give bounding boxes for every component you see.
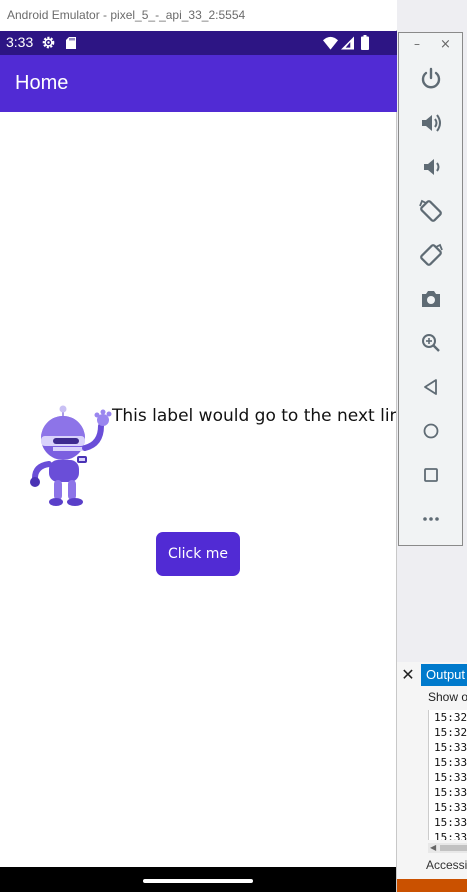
power-button[interactable] bbox=[416, 64, 446, 94]
output-log[interactable]: 15:32 15:32 15:33 15:33 15:33 15:33 15:3… bbox=[428, 710, 467, 840]
emulator-toolbar: – × bbox=[398, 32, 463, 546]
page-title: Home bbox=[15, 72, 69, 94]
rotate-right-button[interactable] bbox=[416, 240, 446, 270]
wifi-icon bbox=[323, 36, 338, 50]
zoom-icon bbox=[422, 334, 440, 352]
phone-status-bar: 3:33 bbox=[0, 31, 397, 55]
dotnet-bot-image bbox=[30, 405, 112, 506]
output-tab[interactable]: Output bbox=[421, 664, 467, 686]
gesture-handle[interactable] bbox=[143, 879, 253, 883]
rotate-left-button[interactable] bbox=[416, 196, 446, 226]
accessibility-label: Accessi bbox=[426, 858, 467, 872]
log-line: 15:33 bbox=[434, 801, 467, 814]
signal-icon bbox=[341, 36, 354, 50]
rotate-left-icon bbox=[419, 199, 442, 222]
overview-button[interactable] bbox=[416, 460, 446, 490]
log-line: 15:33 bbox=[434, 786, 467, 799]
volume-down-button[interactable] bbox=[416, 152, 446, 182]
log-line: 15:33 bbox=[434, 771, 467, 784]
home-button[interactable] bbox=[416, 416, 446, 446]
status-time: 3:33 bbox=[6, 34, 34, 50]
power-icon bbox=[421, 67, 441, 89]
show-output-from-label: Show o bbox=[428, 690, 467, 704]
window-title: Android Emulator - pixel_5_-_api_33_2:55… bbox=[0, 0, 397, 30]
log-line: 15:32 bbox=[434, 711, 467, 724]
log-line: 15:33 bbox=[434, 831, 467, 840]
panel-close-button[interactable]: ✕ bbox=[397, 664, 419, 686]
zoom-button[interactable] bbox=[416, 328, 446, 358]
log-line: 15:33 bbox=[434, 741, 467, 754]
more-button[interactable] bbox=[416, 504, 446, 534]
rotate-right-icon bbox=[420, 243, 443, 266]
minimize-button[interactable]: – bbox=[414, 37, 420, 51]
overview-icon bbox=[424, 468, 438, 482]
log-line: 15:33 bbox=[434, 816, 467, 829]
emulator-window: Android Emulator - pixel_5_-_api_33_2:55… bbox=[0, 0, 397, 892]
horizontal-scrollbar[interactable]: ◀ bbox=[428, 843, 467, 853]
volume-down-icon bbox=[424, 159, 440, 175]
click-me-button[interactable]: Click me bbox=[156, 532, 240, 576]
back-icon bbox=[424, 379, 437, 395]
camera-icon bbox=[422, 291, 440, 307]
sd-card-icon bbox=[66, 37, 76, 49]
settings-icon bbox=[42, 36, 55, 49]
volume-up-icon bbox=[422, 114, 441, 132]
gesture-nav-bar bbox=[0, 867, 396, 892]
home-icon bbox=[423, 423, 439, 439]
scroll-left-icon[interactable]: ◀ bbox=[430, 843, 436, 853]
page-content: This label would go to the next line Cli… bbox=[0, 112, 396, 867]
wrap-label: This label would go to the next line bbox=[112, 406, 396, 426]
app-bar: Home bbox=[0, 55, 397, 112]
volume-up-button[interactable] bbox=[416, 108, 446, 138]
vs-status-bar bbox=[397, 879, 467, 892]
screenshot-button[interactable] bbox=[416, 284, 446, 314]
close-button[interactable]: × bbox=[440, 37, 451, 52]
log-line: 15:33 bbox=[434, 756, 467, 769]
log-line: 15:32 bbox=[434, 726, 467, 739]
battery-icon bbox=[361, 35, 369, 50]
more-icon bbox=[423, 517, 439, 521]
back-button[interactable] bbox=[416, 372, 446, 402]
scrollbar-thumb[interactable] bbox=[440, 845, 467, 851]
